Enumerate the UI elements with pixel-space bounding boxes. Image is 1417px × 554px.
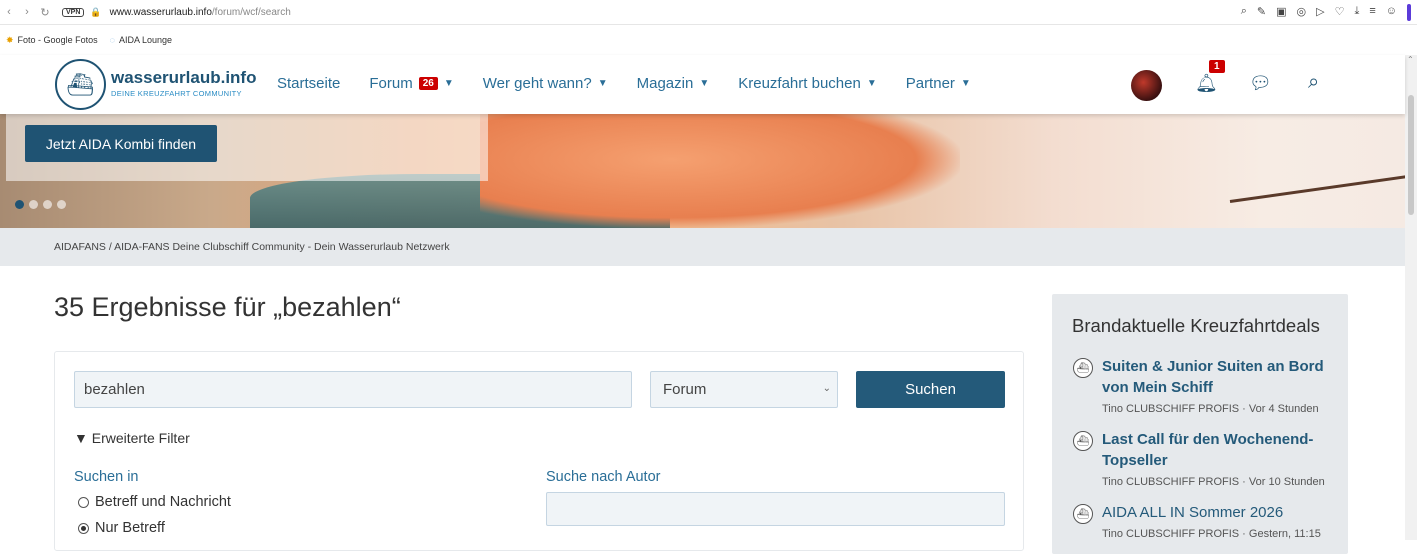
caret-down-icon: ▼ — [699, 78, 710, 89]
hero-banner: Jetzt AIDA Kombi finden — [0, 114, 1405, 228]
address-bar[interactable]: www.wasserurlaub.info/forum/wcf/search — [110, 7, 291, 18]
option-nur-betreff[interactable]: Nur Betreff — [78, 520, 165, 536]
caret-down-icon: ▼ — [443, 78, 454, 89]
bell-icon[interactable]: 🔔︎ — [1195, 73, 1218, 94]
nav-startseite[interactable]: Startseite — [277, 75, 340, 92]
forward-icon[interactable]: › — [18, 6, 36, 18]
chat-bubble-icon: ◌ — [109, 35, 115, 45]
browser-toolbar: ‹ › ↻ VPN 🔒 www.wasserurlaub.info/forum/… — [0, 0, 1417, 25]
shield-icon[interactable]: ◎ — [1297, 5, 1307, 18]
slider-dot[interactable] — [29, 200, 38, 209]
camera-icon[interactable]: ▣ — [1276, 5, 1286, 18]
radio-button[interactable] — [78, 496, 89, 508]
slider-dot[interactable] — [15, 200, 24, 209]
ship-logo-icon[interactable]: ⛴ — [55, 59, 106, 110]
hero-rod — [1229, 174, 1405, 203]
search-icon[interactable]: ⌕ — [1308, 71, 1319, 94]
hero-hand — [480, 114, 960, 228]
profile-icon[interactable]: ☺ — [1386, 5, 1397, 18]
aida-kombi-button[interactable]: Jetzt AIDA Kombi finden — [25, 125, 217, 162]
nav-kreuzfahrt-buchen[interactable]: Kreuzfahrt buchen ▼ — [738, 75, 876, 92]
nav-forum[interactable]: Forum 26 ▼ — [369, 75, 453, 92]
breadcrumb[interactable]: AIDAFANS / AIDA-FANS Deine Clubschiff Co… — [54, 241, 450, 253]
url-host: www.wasserurlaub.info — [109, 6, 212, 18]
site-header: ⛴ wasserurlaub.info DEINE KREUZFAHRT COM… — [0, 55, 1405, 114]
deal-title[interactable]: AIDA ALL IN Sommer 2026 — [1102, 502, 1332, 523]
deal-meta: Tino CLUBSCHIFF PROFIS · Vor 10 Stunden — [1102, 476, 1325, 488]
nav-partner[interactable]: Partner ▼ — [906, 75, 971, 92]
nav-magazin[interactable]: Magazin ▼ — [637, 75, 710, 92]
caret-down-icon: ▼ — [866, 78, 877, 89]
search-input[interactable]: bezahlen — [74, 371, 632, 408]
deal-meta: Tino CLUBSCHIFF PROFIS · Gestern, 11:15 — [1102, 528, 1321, 540]
scope-select[interactable]: Forum ⌄ — [650, 371, 838, 408]
chevron-down-icon: ⌄ — [822, 383, 831, 394]
reload-icon[interactable]: ↻ — [36, 6, 54, 19]
vpn-badge[interactable]: VPN — [62, 7, 85, 17]
download-icon[interactable]: ⤓ — [1354, 5, 1359, 18]
slider-dot[interactable] — [43, 200, 52, 209]
play-icon[interactable]: ▷ — [1316, 5, 1324, 18]
slider-dot[interactable] — [57, 200, 66, 209]
caret-down-icon: ▼ — [960, 78, 971, 89]
menu-icon[interactable]: ≡ — [1369, 5, 1375, 18]
page-scrollbar[interactable]: ⌃ — [1405, 55, 1417, 540]
option-betreff-und-nachricht[interactable]: Betreff und Nachricht — [78, 494, 231, 510]
bookmarks-bar: ✸ Foto - Google Fotos ◌ AIDA Lounge — [0, 29, 1417, 51]
logo-title[interactable]: wasserurlaub.info — [111, 68, 256, 88]
triangle-down-icon: ▼ — [74, 430, 88, 446]
author-input[interactable] — [546, 492, 1005, 526]
scrollbar-thumb[interactable] — [1408, 95, 1414, 215]
conversations-icon[interactable]: 💬︎ — [1249, 73, 1272, 94]
page-title: 35 Ergebnisse für „bezahlen“ — [54, 292, 401, 322]
zoom-icon[interactable]: ⌕ — [1241, 5, 1247, 18]
cruise-deal-icon: ⛴ — [1073, 358, 1093, 378]
search-in-label: Suchen in — [74, 469, 139, 485]
user-avatar[interactable] — [1131, 70, 1162, 101]
cruise-deal-icon: ⛴ — [1073, 504, 1093, 524]
bookmark-aida-lounge[interactable]: ◌ AIDA Lounge — [110, 35, 172, 45]
main-nav: Startseite Forum 26 ▼ Wer geht wann? ▼ Maga… — [277, 75, 1000, 92]
nav-wer-geht-wann[interactable]: Wer geht wann? ▼ — [483, 75, 608, 92]
forum-badge: 26 — [418, 77, 438, 90]
pinwheel-icon: ✸ — [6, 34, 14, 45]
lock-icon[interactable]: 🔒 — [90, 7, 101, 18]
author-label: Suche nach Autor — [546, 469, 661, 485]
breadcrumb-bar: AIDAFANS / AIDA-FANS Deine Clubschiff Co… — [0, 228, 1405, 266]
deal-meta: Tino CLUBSCHIFF PROFIS · Vor 4 Stunden — [1102, 403, 1319, 415]
radio-button-selected[interactable] — [78, 522, 89, 534]
scroll-up-icon[interactable]: ⌃ — [1407, 55, 1414, 64]
logo-subtitle: DEINE KREUZFAHRT COMMUNITY — [111, 89, 242, 98]
back-icon[interactable]: ‹ — [0, 6, 18, 18]
deal-title[interactable]: Suiten & Junior Suiten an Bord von Mein … — [1102, 356, 1332, 398]
search-button[interactable]: Suchen — [856, 371, 1005, 408]
cruise-deal-icon: ⛴ — [1073, 431, 1093, 451]
advanced-filters-toggle[interactable]: ▼ Erweiterte Filter — [74, 430, 190, 446]
deal-title[interactable]: Last Call für den Wochenend-Topseller — [1102, 429, 1332, 471]
caret-down-icon: ▼ — [597, 78, 608, 89]
heart-icon[interactable]: ♡ — [1335, 5, 1345, 18]
notification-badge: 1 — [1209, 60, 1225, 73]
edit-icon[interactable]: ✎ — [1257, 5, 1266, 18]
bookmark-google-fotos[interactable]: ✸ Foto - Google Fotos — [6, 35, 98, 46]
url-path: /forum/wcf/search — [211, 6, 291, 18]
slider-dots — [15, 200, 66, 209]
sidebar-title: Brandaktuelle Kreuzfahrtdeals — [1072, 315, 1320, 336]
sidebar-accent — [1407, 4, 1411, 21]
